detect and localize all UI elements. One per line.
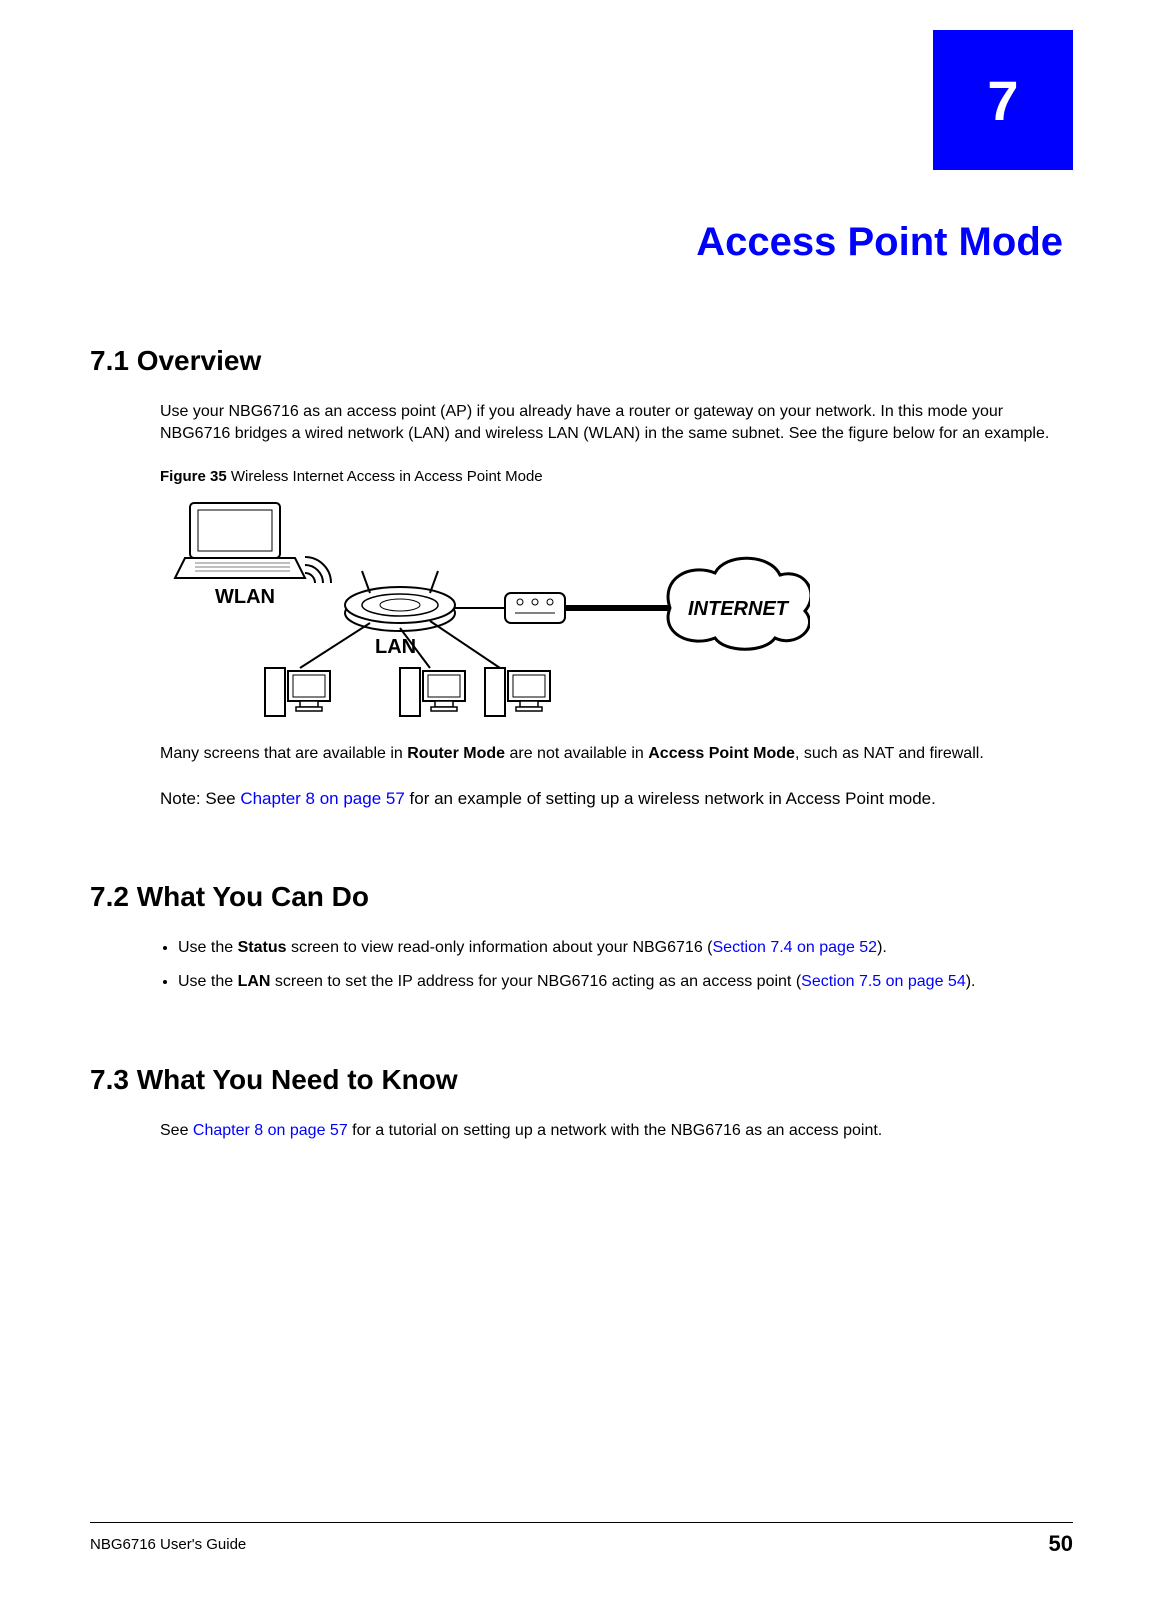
computer-icon (265, 668, 330, 716)
footer-guide-title: NBG6716 User's Guide (90, 1536, 246, 1553)
wlan-label: WLAN (215, 586, 275, 608)
cross-ref-link[interactable]: Chapter 8 on page 57 (193, 1122, 348, 1139)
text-bold: LAN (238, 973, 271, 990)
text: Use the (178, 939, 238, 956)
cross-ref-link[interactable]: Section 7.5 on page 54 (801, 973, 966, 990)
text-bold: Router Mode (407, 745, 505, 762)
network-diagram-svg: WLAN LAN (170, 493, 810, 723)
text: for an example of setting up a wireless … (405, 789, 936, 808)
chapter-title: Access Point Mode (90, 220, 1063, 265)
computer-icon (485, 668, 550, 716)
text: Use your NBG6716 as an access point (AP)… (160, 403, 1049, 442)
text: are not available in (505, 745, 648, 762)
overview-paragraph-2: Many screens that are available in Route… (160, 743, 1053, 765)
chapter-number: 7 (987, 68, 1018, 133)
section-heading-7-3: 7.3 What You Need to Know (90, 1064, 1073, 1096)
router-icon (505, 593, 565, 623)
document-page: CHAPTER 7 Access Point Mode 7.1 Overview… (0, 0, 1163, 1597)
note-text: Note: See Chapter 8 on page 57 for an ex… (160, 787, 1053, 811)
chapter-badge: CHAPTER 7 (933, 30, 1073, 170)
page-number: 50 (1049, 1531, 1073, 1557)
list-item: Use the Status screen to view read-only … (178, 937, 1053, 959)
figure-label: Figure 35 (160, 468, 227, 485)
text: Use the (178, 973, 238, 990)
page-footer: NBG6716 User's Guide 50 (90, 1522, 1073, 1557)
figure-title: Wireless Internet Access in Access Point… (227, 468, 543, 485)
text-bold: Status (238, 939, 287, 956)
figure-diagram: WLAN LAN (170, 493, 810, 723)
list-item: Use the LAN screen to set the IP address… (178, 971, 1053, 993)
internet-cloud-icon: INTERNET (668, 558, 810, 649)
figure-caption: Figure 35 Wireless Internet Access in Ac… (160, 468, 1073, 485)
overview-paragraph-1: Use your NBG6716 as an access point (AP)… (160, 401, 1053, 446)
lan-label: LAN (375, 636, 416, 658)
what-you-can-do-list: Use the Status screen to view read-only … (160, 937, 1053, 994)
text: , such as NAT and firewall. (795, 745, 984, 762)
need-to-know-paragraph: See Chapter 8 on page 57 for a tutorial … (160, 1120, 1053, 1142)
internet-label: INTERNET (688, 598, 790, 620)
computer-icon (400, 668, 465, 716)
text: See (160, 1122, 193, 1139)
text: screen to set the IP address for your NB… (270, 973, 801, 990)
access-point-icon (345, 571, 455, 631)
text-bold: Access Point Mode (648, 745, 795, 762)
text: screen to view read-only information abo… (287, 939, 713, 956)
text: ). (877, 939, 887, 956)
connection-line (300, 623, 370, 668)
laptop-icon (175, 503, 305, 578)
section-heading-7-1: 7.1 Overview (90, 345, 1073, 377)
text: Many screens that are available in (160, 745, 407, 762)
text: ). (966, 973, 976, 990)
section-heading-7-2: 7.2 What You Can Do (90, 881, 1073, 913)
wireless-signal-icon (305, 557, 331, 583)
connection-line (430, 621, 500, 668)
text: Note: See (160, 789, 240, 808)
cross-ref-link[interactable]: Section 7.4 on page 52 (713, 939, 878, 956)
text: for a tutorial on setting up a network w… (348, 1122, 883, 1139)
cross-ref-link[interactable]: Chapter 8 on page 57 (240, 789, 404, 808)
